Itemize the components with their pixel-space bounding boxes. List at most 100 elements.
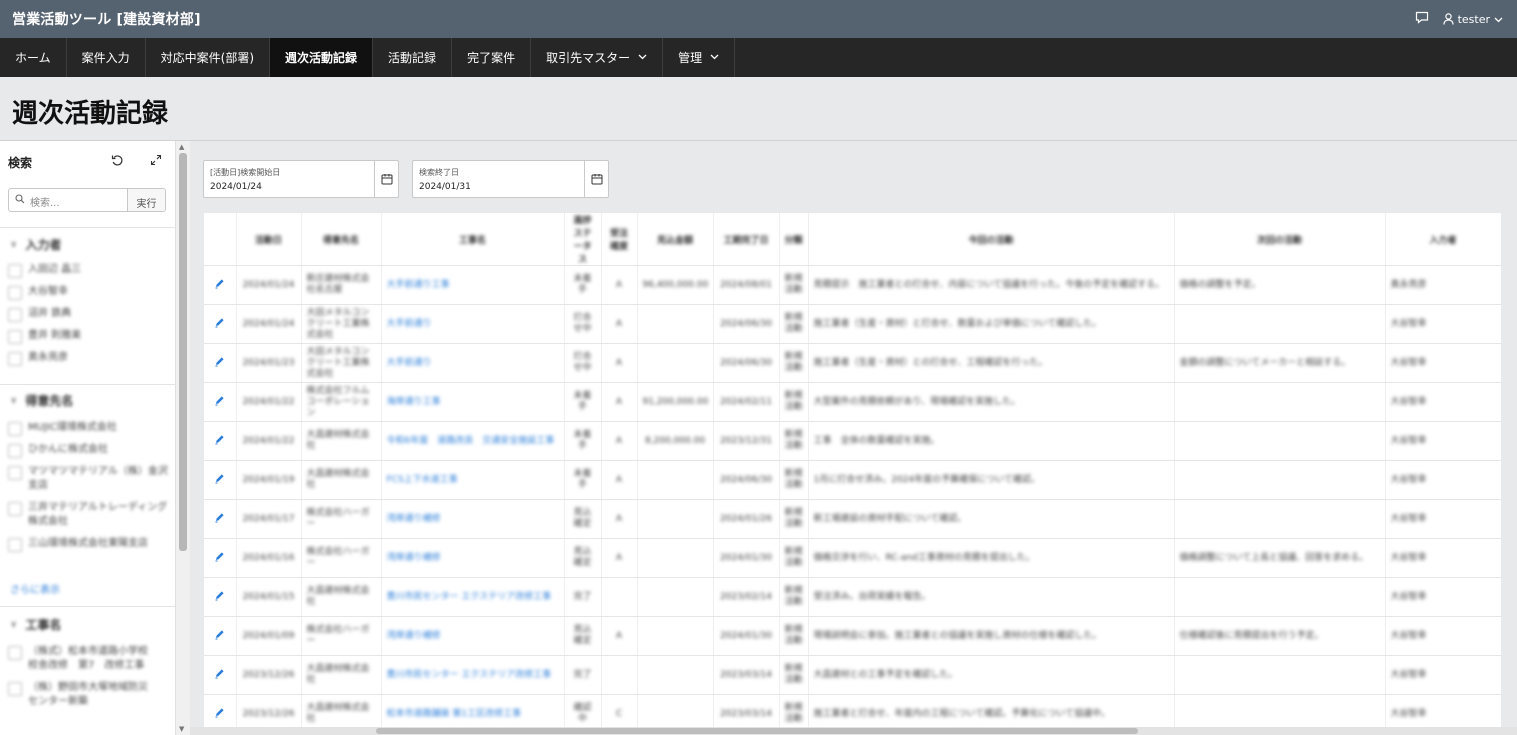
nav-completed-cases[interactable]: 完了案件 — [452, 38, 532, 77]
horizontal-scrollbar[interactable] — [190, 727, 1517, 735]
table-cell: 株式会社ハーガー — [301, 616, 382, 656]
column-header[interactable]: 分類 — [779, 213, 809, 266]
project-link[interactable]: 令和6年度 道路改良 交通安全施設工事 — [381, 421, 565, 461]
table-cell: 大谷智幸 — [1385, 577, 1501, 617]
end-date-value[interactable]: 2024/01/31 — [419, 182, 584, 192]
project-link[interactable]: 大手前通り — [381, 304, 565, 344]
facet-title[interactable]: ∨ 入力者 — [0, 236, 175, 253]
nav-weekly-activity[interactable]: 週次活動記録 — [270, 38, 374, 77]
table-cell: 大谷智幸 — [1385, 343, 1501, 383]
facet-option[interactable]: ひかんに株式会社 — [0, 443, 175, 458]
project-link[interactable]: 豊川市民センター エクステリア改修工事 — [381, 577, 565, 617]
show-more-link[interactable]: さらに表示 — [10, 581, 60, 596]
column-header[interactable]: 受注確度 — [601, 213, 638, 266]
project-link[interactable]: 大手前通り — [381, 343, 565, 383]
facet-title[interactable]: ∨ 工事名 — [0, 616, 175, 633]
edit-icon[interactable] — [204, 460, 237, 500]
table-cell: 2023/12/26 — [236, 655, 302, 695]
table-cell: 新規活動 — [779, 577, 809, 617]
chat-icon[interactable] — [1415, 11, 1429, 27]
table-row: 2024/01/16 株式会社ハーガー 湾岸通り補修 見込確定 A 2024/01/30 新… — [204, 538, 1501, 578]
sidebar-scrollbar[interactable]: ▲ ▼ — [176, 141, 190, 735]
scrollbar-thumb[interactable] — [179, 153, 187, 551]
column-header[interactable]: 見込金額 — [637, 213, 714, 266]
table-cell: 奥永亮彦 — [1385, 265, 1501, 305]
facet-option[interactable]: （株）野田市大塚地域防災センター新築 — [0, 681, 175, 709]
edit-icon[interactable] — [204, 421, 237, 461]
scroll-up-icon[interactable]: ▲ — [179, 143, 184, 151]
calendar-icon[interactable] — [374, 161, 398, 197]
facet-option[interactable]: 奥永亮彦 — [0, 351, 175, 366]
user-menu[interactable]: tester — [1442, 12, 1503, 26]
edit-icon[interactable] — [204, 499, 237, 539]
facet-option[interactable]: 沼井 鉄典 — [0, 307, 175, 322]
chevron-down-icon — [1494, 13, 1503, 26]
facet-title-text: 得意先名 — [25, 394, 74, 408]
edit-icon[interactable] — [204, 577, 237, 617]
end-date-label: 検索終了日 — [419, 168, 459, 177]
table-cell: 2024/01/17 — [236, 499, 302, 539]
edit-icon[interactable] — [204, 655, 237, 695]
project-link[interactable]: 豊川市民センター エクステリア改修工事 — [381, 655, 565, 695]
column-header[interactable]: 得意先名 — [301, 213, 382, 266]
project-link[interactable]: FCS上下水道工事 — [381, 460, 565, 500]
table-cell: 大谷智幸 — [1385, 382, 1501, 422]
project-link[interactable]: 海岸通り工事 — [381, 382, 565, 422]
column-header[interactable]: 入力者 — [1385, 213, 1501, 266]
chevron-down-icon — [710, 52, 719, 63]
nav-admin[interactable]: 管理 — [663, 38, 736, 77]
table-cell: 打合せ中 — [564, 343, 602, 383]
user-name: tester — [1457, 12, 1490, 26]
nav-active-cases[interactable]: 対応中案件(部署) — [146, 38, 271, 77]
table-row: 2023/12/26 大昌建材株式会社 豊川市民センター エクステリア改修工事 完了 2… — [204, 655, 1501, 695]
edit-icon[interactable] — [204, 304, 237, 344]
reset-icon[interactable] — [111, 154, 124, 171]
column-header[interactable]: 活動日 — [236, 213, 302, 266]
start-date-field[interactable]: [活動日]検索開始日 2024/01/24 — [203, 160, 399, 198]
search-button[interactable]: 実行 — [127, 189, 165, 211]
table-cell: 新規活動 — [779, 343, 809, 383]
search-input[interactable]: 検索... 実行 — [8, 188, 166, 212]
divider — [0, 227, 175, 228]
start-date-value[interactable]: 2024/01/24 — [210, 182, 374, 192]
nav-home[interactable]: ホーム — [0, 38, 67, 77]
facet-option[interactable]: （株式）松本市道路小学校校舎改修 第7 改修工事 — [0, 645, 175, 673]
scrollbar-thumb[interactable] — [376, 728, 1138, 734]
edit-icon[interactable] — [204, 616, 237, 656]
column-header[interactable]: 次回の活動 — [1174, 213, 1386, 266]
edit-icon[interactable] — [204, 382, 237, 422]
facet-inputter: ∨ 入力者 入田辺 晶三 大谷智幸 沼井 鉄典 豊井 則雅楽 奥永亮彦 — [0, 236, 175, 366]
table-row: 2024/01/15 大昌建材株式会社 豊川市民センター エクステリア改修工事 完了 2… — [204, 577, 1501, 617]
scroll-down-icon[interactable]: ▼ — [179, 725, 184, 733]
facet-option[interactable]: 三井マテリアルトレーディング株式会社 — [0, 501, 175, 529]
nav-case-entry[interactable]: 案件入力 — [67, 38, 146, 77]
facet-option[interactable]: 豊井 則雅楽 — [0, 329, 175, 344]
column-header[interactable]: 工事名 — [381, 213, 565, 266]
project-link[interactable]: 湾岸通り補修 — [381, 538, 565, 578]
nav-activity-log[interactable]: 活動記録 — [373, 38, 453, 77]
table-cell: 8,200,000.00 — [637, 421, 714, 461]
chevron-icon: ∨ — [10, 619, 18, 630]
column-header[interactable]: 工期完了日 — [713, 213, 780, 266]
table-cell: 株式会社ハーガー — [301, 538, 382, 578]
column-header[interactable]: 進捗ステータス — [564, 213, 602, 266]
project-link[interactable]: 湾岸通り補修 — [381, 499, 565, 539]
table-cell: 株式会社フルムコーポレーション — [301, 382, 382, 422]
facet-option[interactable]: 三山環境株式会社東陽支店 — [0, 537, 175, 552]
column-header[interactable]: 今回の活動 — [808, 213, 1175, 266]
calendar-icon[interactable] — [584, 161, 608, 197]
facet-option[interactable]: 入田辺 晶三 — [0, 263, 175, 278]
nav-client-master[interactable]: 取引先マスター — [531, 38, 664, 77]
facet-option[interactable]: マツマツマテリアル（株）金沢支店 — [0, 465, 175, 493]
table-cell: 新規活動 — [779, 421, 809, 461]
project-link[interactable]: 大手前通り工事 — [381, 265, 565, 305]
edit-icon[interactable] — [204, 538, 237, 578]
edit-icon[interactable] — [204, 265, 237, 305]
facet-option[interactable]: MUJIC環境株式会社 — [0, 421, 175, 436]
facet-option[interactable]: 大谷智幸 — [0, 285, 175, 300]
end-date-field[interactable]: 検索終了日 2024/01/31 — [412, 160, 609, 198]
edit-icon[interactable] — [204, 343, 237, 383]
facet-title[interactable]: ∨ 得意先名 — [0, 392, 175, 409]
project-link[interactable]: 湾岸通り補修 — [381, 616, 565, 656]
expand-icon[interactable] — [150, 154, 162, 171]
